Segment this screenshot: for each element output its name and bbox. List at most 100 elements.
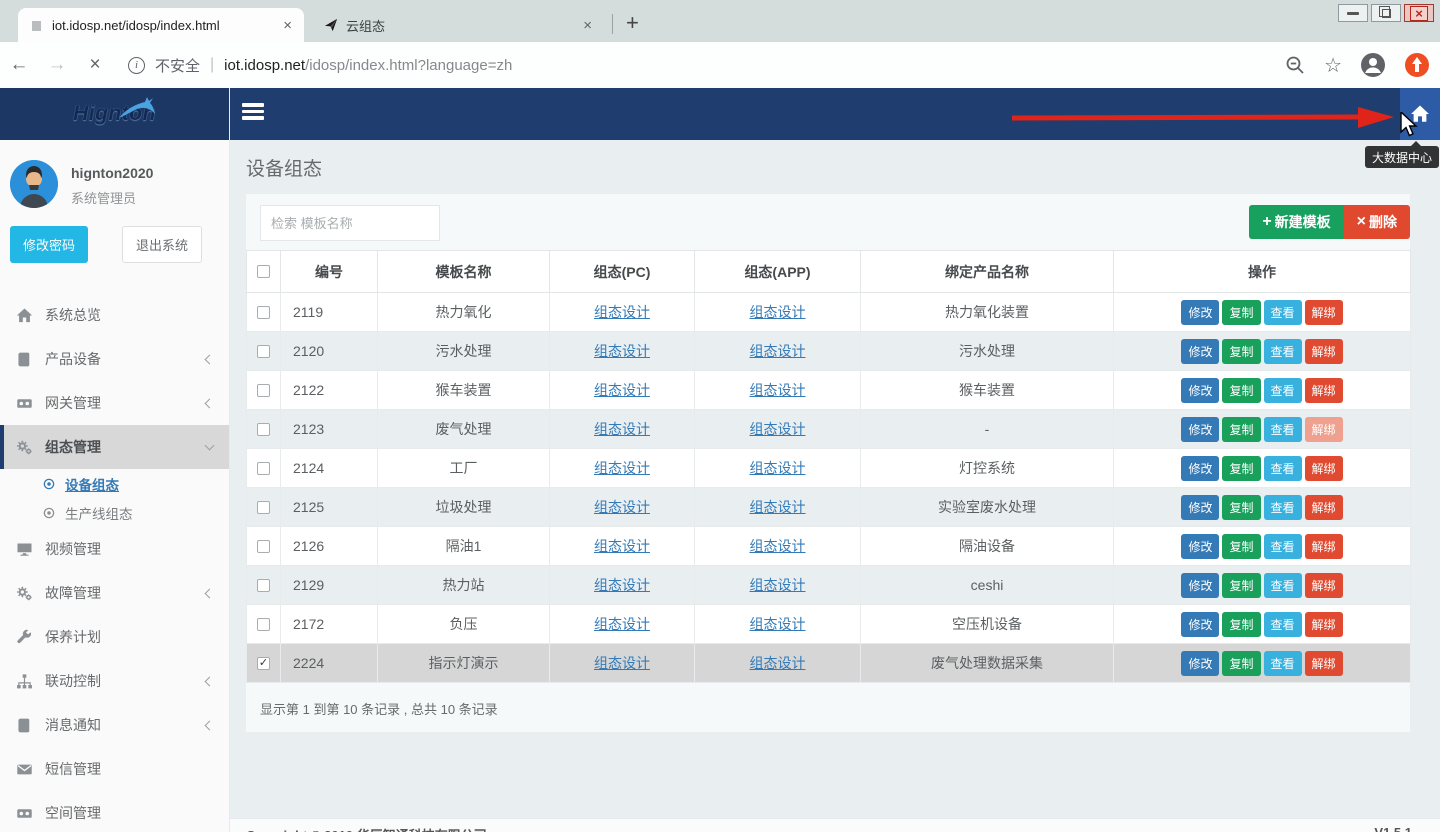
row-checkbox[interactable] bbox=[257, 501, 270, 514]
zoom-out-icon[interactable] bbox=[1284, 54, 1306, 76]
copy-action-button[interactable]: 复制 bbox=[1222, 495, 1260, 520]
app-config-design-link[interactable]: 组态设计 bbox=[750, 382, 806, 398]
view-action-button[interactable]: 查看 bbox=[1264, 339, 1302, 364]
edit-action-button[interactable]: 修改 bbox=[1181, 339, 1219, 364]
sidebar-item-3[interactable]: 组态管理 bbox=[0, 425, 229, 469]
big-data-center-button[interactable] bbox=[1400, 88, 1440, 140]
hamburger-menu-icon[interactable] bbox=[242, 103, 266, 120]
window-minimize-button[interactable] bbox=[1338, 4, 1368, 22]
unbind-action-button[interactable]: 解绑 bbox=[1305, 651, 1343, 676]
edit-action-button[interactable]: 修改 bbox=[1181, 534, 1219, 559]
pc-config-design-link[interactable]: 组态设计 bbox=[594, 460, 650, 476]
unbind-action-button[interactable]: 解绑 bbox=[1305, 300, 1343, 325]
url-field[interactable]: i 不安全 | iot.idosp.net /idosp/index.html?… bbox=[128, 55, 1266, 76]
row-checkbox[interactable] bbox=[257, 384, 270, 397]
edit-action-button[interactable]: 修改 bbox=[1181, 300, 1219, 325]
unbind-action-button[interactable]: 解绑 bbox=[1305, 456, 1343, 481]
app-config-design-link[interactable]: 组态设计 bbox=[750, 499, 806, 515]
pc-config-design-link[interactable]: 组态设计 bbox=[594, 382, 650, 398]
edit-action-button[interactable]: 修改 bbox=[1181, 378, 1219, 403]
unbind-action-button[interactable]: 解绑 bbox=[1305, 534, 1343, 559]
row-checkbox[interactable] bbox=[257, 618, 270, 631]
copy-action-button[interactable]: 复制 bbox=[1222, 378, 1260, 403]
sidebar-item-7[interactable]: 联动控制 bbox=[0, 659, 229, 703]
edit-action-button[interactable]: 修改 bbox=[1181, 573, 1219, 598]
sidebar-item-5[interactable]: 故障管理 bbox=[0, 571, 229, 615]
edit-action-button[interactable]: 修改 bbox=[1181, 495, 1219, 520]
extension-top-icon[interactable] bbox=[1404, 52, 1430, 78]
copy-action-button[interactable]: 复制 bbox=[1222, 612, 1260, 637]
copy-action-button[interactable]: 复制 bbox=[1222, 300, 1260, 325]
pc-config-design-link[interactable]: 组态设计 bbox=[594, 304, 650, 320]
browser-profile-icon[interactable] bbox=[1360, 52, 1386, 78]
view-action-button[interactable]: 查看 bbox=[1264, 378, 1302, 403]
pc-config-design-link[interactable]: 组态设计 bbox=[594, 421, 650, 437]
copy-action-button[interactable]: 复制 bbox=[1222, 573, 1260, 598]
sidebar-subitem-1[interactable]: 生产线组态 bbox=[0, 498, 229, 527]
view-action-button[interactable]: 查看 bbox=[1264, 573, 1302, 598]
copy-action-button[interactable]: 复制 bbox=[1222, 417, 1260, 442]
edit-action-button[interactable]: 修改 bbox=[1181, 612, 1219, 637]
back-icon[interactable]: ← bbox=[0, 54, 38, 76]
app-config-design-link[interactable]: 组态设计 bbox=[750, 304, 806, 320]
unbind-action-button[interactable]: 解绑 bbox=[1305, 573, 1343, 598]
tab-close-icon[interactable]: × bbox=[583, 18, 592, 33]
pc-config-design-link[interactable]: 组态设计 bbox=[594, 655, 650, 671]
sidebar-item-10[interactable]: 空间管理 bbox=[0, 791, 229, 832]
view-action-button[interactable]: 查看 bbox=[1264, 534, 1302, 559]
unbind-action-button[interactable]: 解绑 bbox=[1305, 495, 1343, 520]
delete-button[interactable]: ×删除 bbox=[1344, 205, 1410, 239]
sidebar-item-1[interactable]: 产品设备 bbox=[0, 337, 229, 381]
window-close-button[interactable]: × bbox=[1404, 4, 1434, 22]
pc-config-design-link[interactable]: 组态设计 bbox=[594, 343, 650, 359]
view-action-button[interactable]: 查看 bbox=[1264, 417, 1302, 442]
pc-config-design-link[interactable]: 组态设计 bbox=[594, 616, 650, 632]
row-checkbox[interactable]: ✓ bbox=[257, 657, 270, 670]
browser-tab-current[interactable]: iot.idosp.net/idosp/index.html × bbox=[18, 8, 304, 42]
info-icon[interactable]: i bbox=[128, 57, 145, 74]
tab-close-icon[interactable]: × bbox=[283, 18, 292, 33]
unbind-action-button[interactable]: 解绑 bbox=[1305, 612, 1343, 637]
sidebar-item-8[interactable]: 消息通知 bbox=[0, 703, 229, 747]
bookmark-star-icon[interactable]: ☆ bbox=[1324, 53, 1342, 78]
pc-config-design-link[interactable]: 组态设计 bbox=[594, 577, 650, 593]
unbind-action-button[interactable]: 解绑 bbox=[1305, 339, 1343, 364]
new-template-button[interactable]: +新建模板 bbox=[1249, 205, 1343, 239]
select-all-checkbox[interactable] bbox=[257, 265, 270, 278]
sidebar-item-9[interactable]: 短信管理 bbox=[0, 747, 229, 791]
row-checkbox[interactable] bbox=[257, 423, 270, 436]
copy-action-button[interactable]: 复制 bbox=[1222, 456, 1260, 481]
row-checkbox[interactable] bbox=[257, 462, 270, 475]
view-action-button[interactable]: 查看 bbox=[1264, 300, 1302, 325]
window-restore-button[interactable] bbox=[1371, 4, 1401, 22]
sidebar-subitem-0[interactable]: 设备组态 bbox=[0, 469, 229, 498]
unbind-action-button[interactable]: 解绑 bbox=[1305, 378, 1343, 403]
edit-action-button[interactable]: 修改 bbox=[1181, 651, 1219, 676]
stop-loading-icon[interactable]: × bbox=[76, 54, 114, 76]
app-config-design-link[interactable]: 组态设计 bbox=[750, 460, 806, 476]
row-checkbox[interactable] bbox=[257, 345, 270, 358]
view-action-button[interactable]: 查看 bbox=[1264, 495, 1302, 520]
sidebar-item-4[interactable]: 视频管理 bbox=[0, 527, 229, 571]
sidebar-item-2[interactable]: 网关管理 bbox=[0, 381, 229, 425]
logout-button[interactable]: 退出系统 bbox=[122, 226, 202, 263]
pc-config-design-link[interactable]: 组态设计 bbox=[594, 538, 650, 554]
app-config-design-link[interactable]: 组态设计 bbox=[750, 538, 806, 554]
copy-action-button[interactable]: 复制 bbox=[1222, 339, 1260, 364]
sidebar-item-0[interactable]: 系统总览 bbox=[0, 293, 229, 337]
unbind-action-button[interactable]: 解绑 bbox=[1305, 417, 1343, 442]
edit-action-button[interactable]: 修改 bbox=[1181, 456, 1219, 481]
app-config-design-link[interactable]: 组态设计 bbox=[750, 655, 806, 671]
copy-action-button[interactable]: 复制 bbox=[1222, 651, 1260, 676]
change-password-button[interactable]: 修改密码 bbox=[10, 226, 88, 263]
app-config-design-link[interactable]: 组态设计 bbox=[750, 343, 806, 359]
forward-icon[interactable]: → bbox=[38, 54, 76, 76]
row-checkbox[interactable] bbox=[257, 579, 270, 592]
row-checkbox[interactable] bbox=[257, 306, 270, 319]
browser-tab-cloud[interactable]: 云组态 × bbox=[312, 8, 604, 42]
app-config-design-link[interactable]: 组态设计 bbox=[750, 577, 806, 593]
app-config-design-link[interactable]: 组态设计 bbox=[750, 616, 806, 632]
view-action-button[interactable]: 查看 bbox=[1264, 456, 1302, 481]
sidebar-item-6[interactable]: 保养计划 bbox=[0, 615, 229, 659]
new-tab-button[interactable]: + bbox=[626, 8, 639, 38]
